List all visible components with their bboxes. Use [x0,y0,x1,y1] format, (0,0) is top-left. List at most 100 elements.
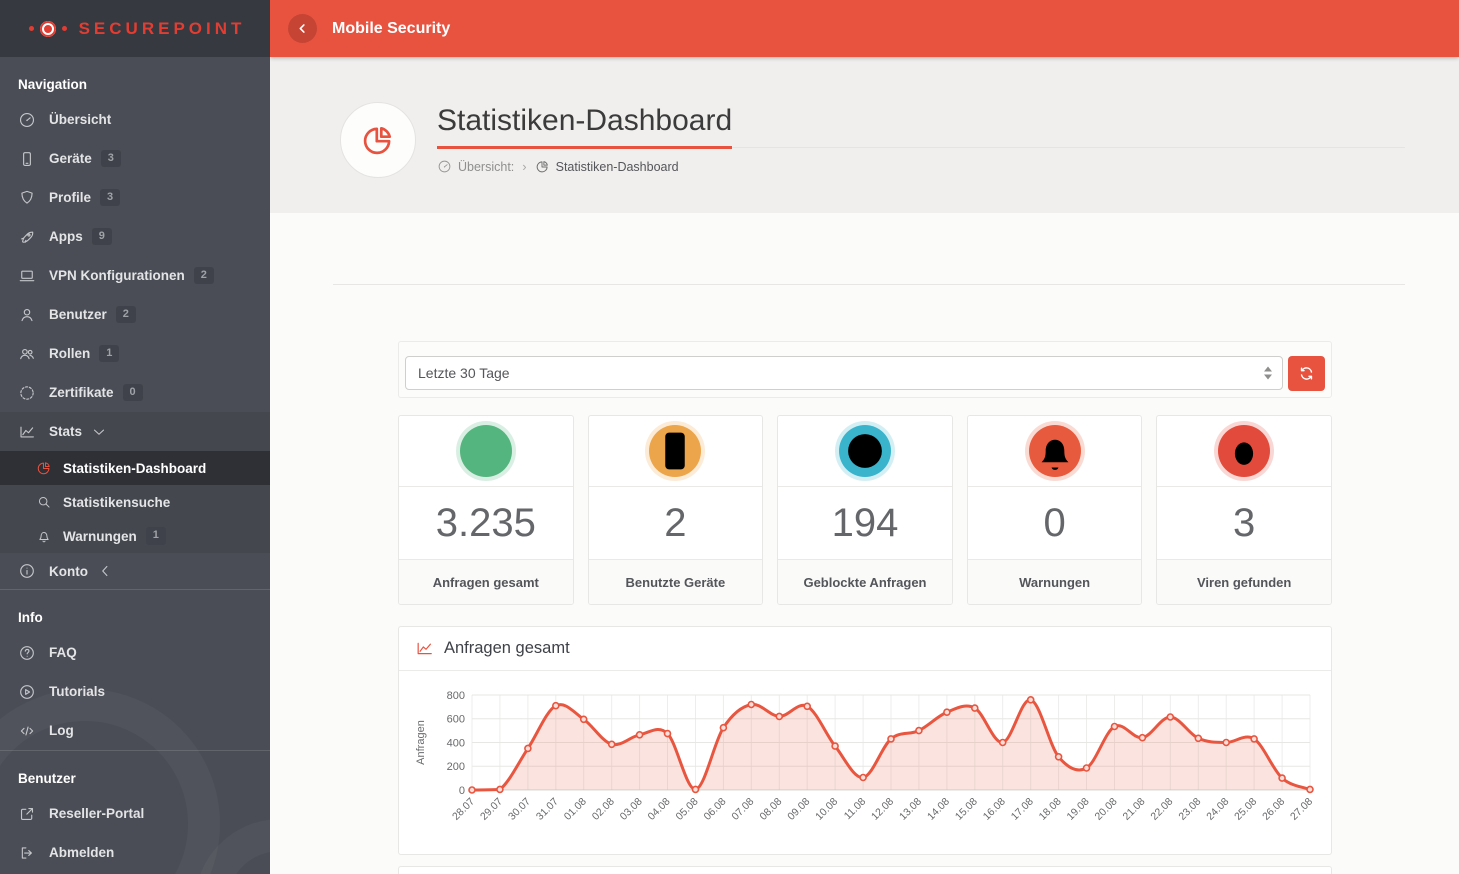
stats-group: StatsStatistiken-DashboardStatistikensuc… [0,412,270,553]
stat-value: 3.235 [399,486,573,560]
stat-value: 194 [778,486,952,560]
sidebar-item-label: Rollen [49,346,90,361]
sidebar-item-faq[interactable]: FAQ [0,633,270,672]
svg-text:25.08: 25.08 [1232,796,1259,823]
sidebar-item-label: Geräte [49,151,92,166]
sidebar-item-label: Konto [49,564,88,579]
svg-text:600: 600 [447,714,465,726]
logo-bar: SECUREPOINT [0,0,270,57]
logo-dot-icon [29,26,34,31]
sidebar-section-benutzer-section: Benutzer [0,751,270,794]
sidebar-item-benutzer[interactable]: Benutzer2 [0,295,270,334]
rocket-icon [18,228,36,246]
count-badge: 1 [99,345,119,363]
svg-text:20.08: 20.08 [1093,796,1120,823]
topbar: Mobile Security [270,0,1459,57]
bug-icon [1218,425,1270,477]
stat-value: 2 [589,486,763,560]
chart-title: Anfragen gesamt [444,639,570,658]
main-area: Mobile Security Statistiken-Dashboard Üb… [270,0,1459,874]
sidebar-item-vpn-konfigurationen[interactable]: VPN Konfigurationen2 [0,256,270,295]
sidebar-item-geraete[interactable]: Geräte 3 [0,139,270,178]
sidebar-item-profile[interactable]: Profile3 [0,178,270,217]
topbar-title: Mobile Security [332,20,450,38]
refresh-icon [1298,365,1315,382]
gauge-icon [18,111,36,129]
sidebar-item-label: Warnungen [63,529,137,544]
sidebar-item-zertifikate[interactable]: Zertifikate 0 [0,373,270,412]
card-icon-row [1157,416,1331,486]
logo-text: SECUREPOINT [79,19,246,39]
sidebar-item-label: Apps [49,229,83,244]
stat-label: Benutzte Geräte [589,560,763,604]
stat-cards: 3.235 Anfragen gesamt 2 Benutzte Geräte … [398,415,1332,605]
sidebar-item-abmelden[interactable]: Abmelden [0,833,270,872]
stat-card-warnungen: 0 Warnungen [967,415,1143,605]
sidebar-item-konto[interactable]: Konto [0,553,270,589]
card-icon-row [399,416,573,486]
svg-text:24.08: 24.08 [1204,796,1231,823]
sidebar-nav: NavigationÜbersichtGeräte3Profile3Apps9V… [0,57,270,872]
sidebar-item-apps[interactable]: Apps9 [0,217,270,256]
logo-o-icon [40,21,56,37]
sidebar-item-statistiken-dashboard[interactable]: Statistiken-Dashboard [0,451,270,485]
sidebar-item-tutorials[interactable]: Tutorials [0,672,270,711]
svg-text:30.07: 30.07 [506,796,533,823]
svg-text:400: 400 [447,737,465,749]
chev-left-icon [96,562,114,580]
svg-text:23.08: 23.08 [1176,796,1203,823]
svg-text:11.08: 11.08 [842,796,869,823]
count-badge: 1 [146,527,166,545]
svg-text:26.08: 26.08 [1260,796,1287,823]
svg-text:07.08: 07.08 [729,796,756,823]
logout-icon [18,844,36,862]
chart-panel: Anfragen gesamt 0200400600800Anfragen28.… [398,626,1332,855]
svg-text:19.08: 19.08 [1065,796,1092,823]
svg-text:09.08: 09.08 [785,796,812,823]
stat-value: 0 [968,486,1142,560]
count-badge: 0 [123,384,143,402]
svg-text:21.08: 21.08 [1120,796,1147,823]
sidebar-item-warnungen[interactable]: Warnungen 1 [0,519,270,553]
count-badge: 2 [194,267,214,285]
time-range-select[interactable]: Letzte 30 Tage [405,356,1283,390]
back-button[interactable] [288,14,317,43]
back-chevron-icon [296,22,309,35]
breadcrumb-root[interactable]: Übersicht: [458,160,514,174]
svg-text:31.07: 31.07 [534,796,561,823]
section-divider [333,284,1405,285]
svg-text:28.07: 28.07 [450,796,477,823]
breadcrumb: Übersicht: › Statistiken-Dashboard [437,159,1405,174]
breadcrumb-current: Statistiken-Dashboard [556,160,679,174]
stat-value: 3 [1157,486,1331,560]
sidebar-item-rollen[interactable]: Rollen 1 [0,334,270,373]
block-icon [839,425,891,477]
stat-label: Geblockte Anfragen [778,560,952,604]
external-icon [18,805,36,823]
sidebar-item-reseller-portal[interactable]: Reseller-Portal [0,794,270,833]
svg-text:05.08: 05.08 [674,796,701,823]
sidebar-item-label: Zertifikate [49,385,114,400]
users-icon [18,345,36,363]
sidebar-item-uebersicht[interactable]: Übersicht [0,100,270,139]
gauge-icon [437,159,452,174]
content: Letzte 30 Tage 3.235 Anfragen gesamt 2 B… [270,213,1459,874]
sidebar-item-log[interactable]: Log [0,711,270,750]
svg-text:02.08: 02.08 [590,796,617,823]
chart-panel-header: Anfragen gesamt [399,627,1331,671]
count-badge: 3 [100,189,120,207]
page-avatar [340,102,416,178]
time-range-value: Letzte 30 Tage [418,365,510,381]
app-window: SECUREPOINT NavigationÜbersichtGeräte3Pr… [0,0,1459,874]
count-badge: 2 [116,306,136,324]
sidebar-item-label: Reseller-Portal [49,806,144,821]
refresh-button[interactable] [1288,356,1325,391]
sidebar-item-stats[interactable]: Stats [0,412,270,451]
phone-icon [649,425,701,477]
play-icon [18,683,36,701]
svg-text:200: 200 [447,761,465,773]
sidebar-item-label: Übersicht [49,112,111,127]
securepoint-logo[interactable]: SECUREPOINT [25,19,246,39]
sidebar-item-statistikensuche[interactable]: Statistikensuche [0,485,270,519]
count-badge: 3 [101,150,121,168]
